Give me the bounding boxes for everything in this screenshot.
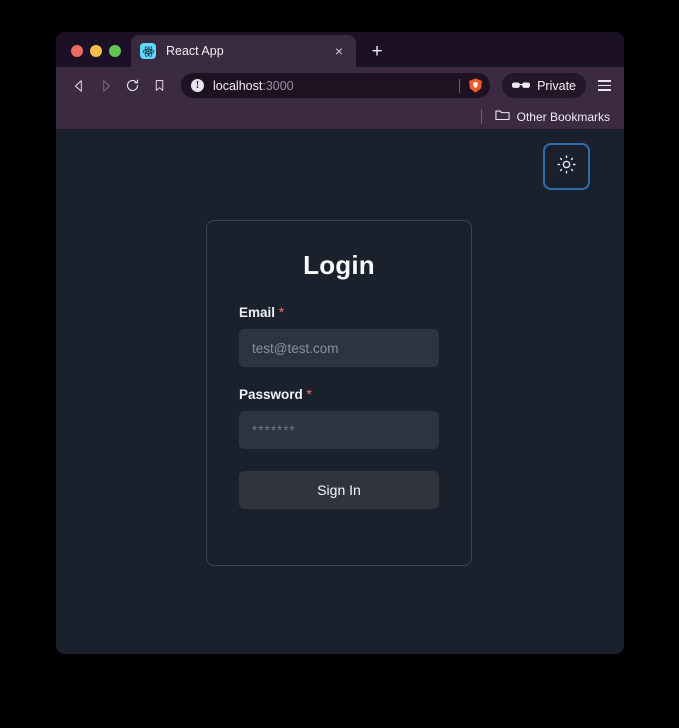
email-label-text: Email [239, 305, 276, 320]
bookmarks-divider [480, 109, 482, 124]
brave-shield-icon[interactable] [467, 77, 484, 94]
url-port: :3000 [262, 78, 294, 93]
sunglasses-icon [512, 77, 531, 95]
login-card: Login Email * Password * Sign In [206, 220, 472, 566]
hamburger-menu-icon[interactable] [592, 74, 616, 98]
forward-arrow-icon[interactable] [93, 73, 118, 98]
tab-title: React App [166, 44, 224, 58]
browser-toolbar: ! localhost:3000 Private [56, 67, 624, 104]
email-field[interactable] [239, 329, 439, 367]
back-arrow-icon[interactable] [66, 73, 91, 98]
tab-strip: React App × + [56, 32, 624, 67]
window-close-button[interactable] [71, 45, 83, 57]
react-logo-icon [140, 43, 156, 59]
folder-icon [495, 108, 510, 126]
bookmark-icon[interactable] [147, 73, 172, 98]
private-mode-indicator[interactable]: Private [502, 73, 586, 98]
address-bar[interactable]: ! localhost:3000 [181, 73, 491, 98]
password-field[interactable] [239, 411, 439, 449]
page-title: Login [303, 250, 375, 280]
other-bookmarks-label: Other Bookmarks [516, 109, 610, 124]
window-maximize-button[interactable] [109, 45, 121, 57]
password-required-mark: * [306, 387, 312, 402]
email-label: Email * [239, 305, 439, 320]
new-tab-button[interactable]: + [364, 38, 390, 64]
browser-tab-react-app[interactable]: React App × [131, 35, 356, 67]
address-bar-divider [459, 78, 461, 93]
password-label: Password * [239, 387, 439, 402]
sign-in-button[interactable]: Sign In [239, 471, 439, 509]
reload-icon[interactable] [120, 73, 145, 98]
window-controls [56, 45, 131, 67]
url-host: localhost [213, 78, 263, 93]
private-label: Private [537, 78, 576, 93]
sun-brightness-icon [556, 154, 577, 180]
window-minimize-button[interactable] [90, 45, 102, 57]
tab-close-icon[interactable]: × [330, 42, 348, 60]
email-required-mark: * [278, 305, 285, 320]
password-label-text: Password [239, 387, 303, 402]
page-viewport: Login Email * Password * Sign In [56, 129, 624, 654]
not-secure-info-icon[interactable]: ! [191, 79, 204, 92]
bookmarks-bar: Other Bookmarks [56, 104, 624, 129]
address-bar-text: localhost:3000 [213, 79, 452, 93]
other-bookmarks-button[interactable]: Other Bookmarks [495, 108, 610, 126]
browser-window: React App × + ! localhost:3000 Private O… [56, 32, 624, 654]
theme-toggle-button[interactable] [543, 143, 590, 190]
